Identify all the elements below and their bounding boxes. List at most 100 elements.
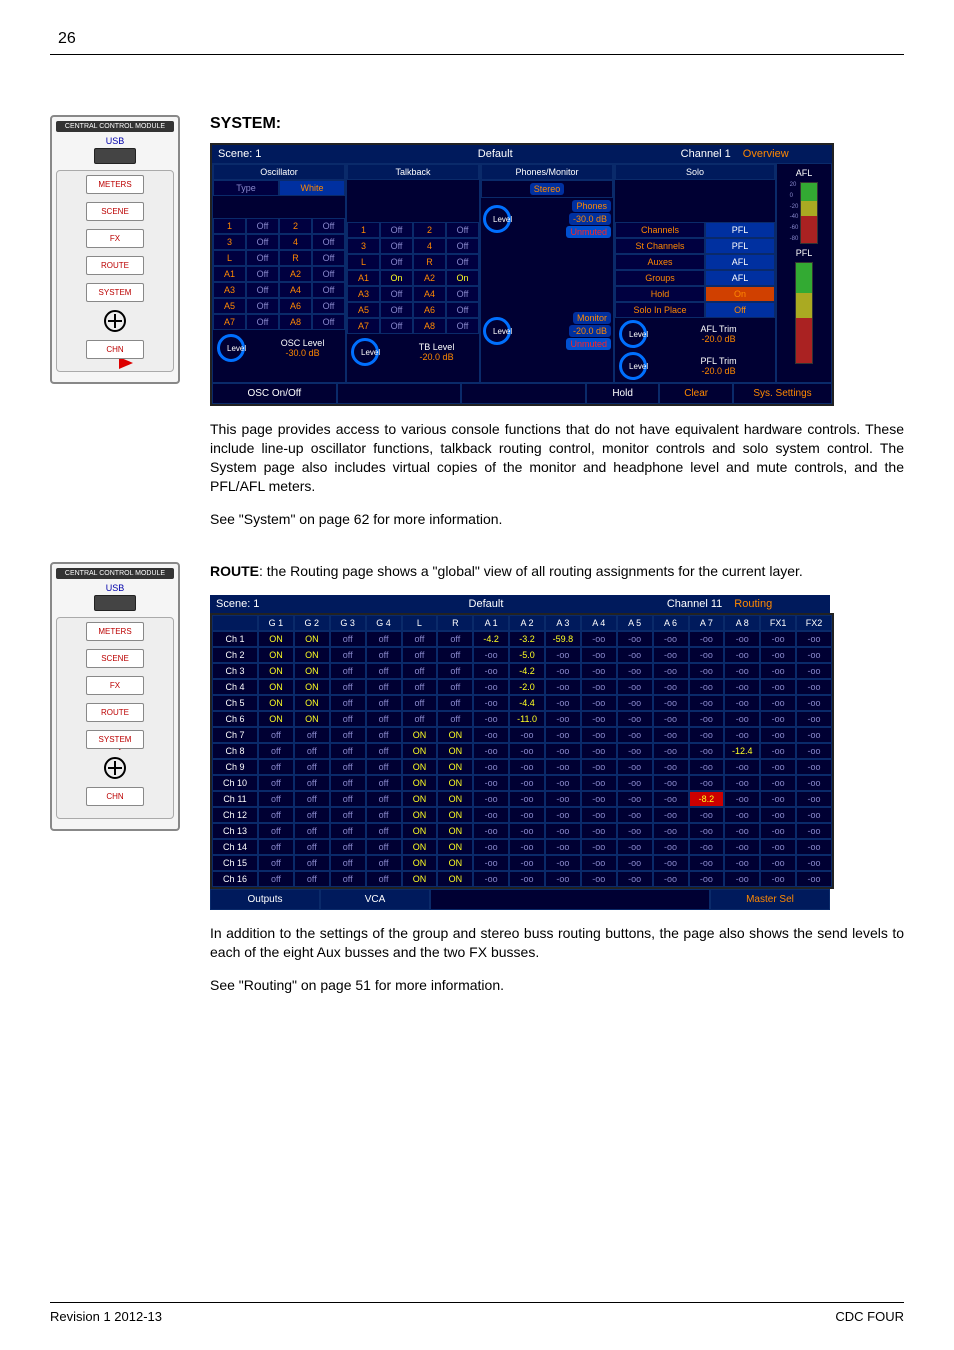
route-group-cell[interactable]: off: [366, 631, 402, 647]
route-aux-cell[interactable]: -oo: [653, 679, 689, 695]
route-aux-cell[interactable]: -oo: [796, 855, 832, 871]
route-group-cell[interactable]: off: [366, 663, 402, 679]
route-aux-cell[interactable]: -oo: [509, 823, 545, 839]
sys-bottom-hold[interactable]: Hold: [586, 383, 660, 404]
route-group-cell[interactable]: ON: [294, 647, 330, 663]
route-aux-cell[interactable]: -oo: [724, 663, 760, 679]
route-aux-cell[interactable]: -3.2: [509, 631, 545, 647]
route-group-cell[interactable]: off: [366, 839, 402, 855]
tb-dest-state[interactable]: Off: [446, 302, 479, 318]
route-group-cell[interactable]: ON: [437, 791, 473, 807]
route-aux-cell[interactable]: -oo: [581, 855, 617, 871]
route-aux-cell[interactable]: -oo: [509, 743, 545, 759]
route-aux-cell[interactable]: -oo: [653, 791, 689, 807]
route-aux-cell[interactable]: -oo: [545, 663, 581, 679]
route-aux-cell[interactable]: -oo: [653, 727, 689, 743]
route-group-cell[interactable]: off: [330, 791, 366, 807]
route-group-cell[interactable]: off: [366, 775, 402, 791]
tb-dest-state[interactable]: Off: [380, 318, 413, 334]
route-aux-cell[interactable]: -4.2: [509, 663, 545, 679]
module-btn-meters[interactable]: METERS: [86, 175, 144, 194]
route-aux-cell[interactable]: -oo: [760, 839, 796, 855]
tb-dest-state[interactable]: Off: [446, 318, 479, 334]
route-group-cell[interactable]: ON: [402, 727, 438, 743]
route-aux-cell[interactable]: -oo: [473, 711, 509, 727]
route-aux-cell[interactable]: -oo: [724, 727, 760, 743]
route-group-cell[interactable]: ON: [294, 679, 330, 695]
route-aux-cell[interactable]: -oo: [689, 679, 725, 695]
module-btn-system-2[interactable]: SYSTEM: [86, 730, 144, 749]
route-aux-cell[interactable]: -oo: [509, 839, 545, 855]
route-group-cell[interactable]: off: [294, 871, 330, 887]
route-group-cell[interactable]: off: [258, 823, 294, 839]
route-aux-cell[interactable]: -oo: [617, 791, 653, 807]
osc-dest-state[interactable]: Off: [312, 218, 345, 234]
route-group-cell[interactable]: off: [330, 839, 366, 855]
route-group-cell[interactable]: off: [330, 807, 366, 823]
module-btn-scene[interactable]: SCENE: [86, 202, 144, 221]
route-aux-cell[interactable]: -oo: [760, 663, 796, 679]
route-aux-cell[interactable]: -oo: [796, 775, 832, 791]
route-group-cell[interactable]: off: [366, 791, 402, 807]
tb-dest-state[interactable]: Off: [380, 254, 413, 270]
route-group-cell[interactable]: off: [258, 759, 294, 775]
route-aux-cell[interactable]: -oo: [617, 871, 653, 887]
route-group-cell[interactable]: off: [330, 647, 366, 663]
route-group-cell[interactable]: off: [258, 727, 294, 743]
solo-param-value[interactable]: AFL: [705, 270, 775, 286]
osc-dest-state[interactable]: Off: [312, 314, 345, 330]
route-aux-cell[interactable]: -oo: [473, 679, 509, 695]
route-aux-cell[interactable]: -oo: [545, 711, 581, 727]
route-aux-cell[interactable]: -oo: [760, 823, 796, 839]
route-group-cell[interactable]: ON: [402, 775, 438, 791]
route-aux-cell[interactable]: -oo: [653, 839, 689, 855]
route-aux-cell[interactable]: -oo: [796, 727, 832, 743]
route-group-cell[interactable]: off: [258, 871, 294, 887]
nav-wheel-icon-2[interactable]: [104, 757, 126, 779]
route-group-cell[interactable]: off: [402, 711, 438, 727]
route-group-cell[interactable]: ON: [402, 743, 438, 759]
route-aux-cell[interactable]: -oo: [653, 743, 689, 759]
route-aux-cell[interactable]: -oo: [545, 823, 581, 839]
route-aux-cell[interactable]: -oo: [760, 711, 796, 727]
route-group-cell[interactable]: ON: [402, 871, 438, 887]
phones-mute[interactable]: Unmuted: [566, 226, 611, 238]
osc-dest-state[interactable]: Off: [246, 218, 279, 234]
route-group-cell[interactable]: off: [402, 695, 438, 711]
route-aux-cell[interactable]: -oo: [796, 631, 832, 647]
route-aux-cell[interactable]: -oo: [689, 775, 725, 791]
route-aux-cell[interactable]: -oo: [545, 679, 581, 695]
route-group-cell[interactable]: off: [366, 647, 402, 663]
module-btn-scene-2[interactable]: SCENE: [86, 649, 144, 668]
route-aux-cell[interactable]: -oo: [617, 679, 653, 695]
osc-dest-state[interactable]: Off: [246, 266, 279, 282]
route-aux-cell[interactable]: -oo: [617, 855, 653, 871]
route-group-cell[interactable]: ON: [258, 695, 294, 711]
route-aux-cell[interactable]: -oo: [545, 791, 581, 807]
route-aux-cell[interactable]: -oo: [689, 711, 725, 727]
route-aux-cell[interactable]: -oo: [473, 647, 509, 663]
monitor-mute[interactable]: Unmuted: [566, 338, 611, 350]
route-aux-cell[interactable]: -oo: [760, 775, 796, 791]
route-group-cell[interactable]: off: [294, 807, 330, 823]
route-group-cell[interactable]: off: [366, 759, 402, 775]
route-aux-cell[interactable]: -oo: [724, 823, 760, 839]
route-aux-cell[interactable]: -oo: [473, 759, 509, 775]
module-btn-system[interactable]: SYSTEM: [86, 283, 144, 302]
module-btn-meters-2[interactable]: METERS: [86, 622, 144, 641]
route-group-cell[interactable]: off: [258, 839, 294, 855]
route-aux-cell[interactable]: -oo: [509, 791, 545, 807]
route-aux-cell[interactable]: -oo: [581, 823, 617, 839]
route-aux-cell[interactable]: -oo: [473, 807, 509, 823]
route-group-cell[interactable]: off: [330, 871, 366, 887]
route-aux-cell[interactable]: -oo: [473, 839, 509, 855]
tb-dest-state[interactable]: Off: [380, 286, 413, 302]
sys-bottom-clear[interactable]: Clear: [659, 383, 733, 404]
module-btn-route[interactable]: ROUTE: [86, 256, 144, 275]
route-aux-cell[interactable]: -oo: [689, 871, 725, 887]
route-aux-cell[interactable]: -oo: [796, 759, 832, 775]
solo-param-value[interactable]: AFL: [705, 254, 775, 270]
route-aux-cell[interactable]: -oo: [653, 647, 689, 663]
osc-dest-state[interactable]: Off: [312, 234, 345, 250]
route-group-cell[interactable]: ON: [402, 855, 438, 871]
